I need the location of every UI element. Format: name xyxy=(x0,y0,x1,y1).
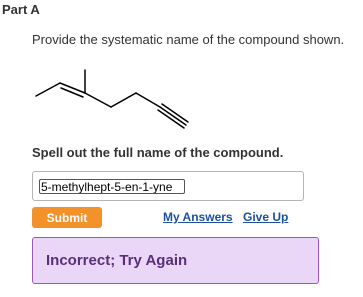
feedback-message: Incorrect; Try Again xyxy=(46,252,188,269)
bond-c7-c6 xyxy=(35,82,61,97)
my-answers-link[interactable]: My Answers xyxy=(163,210,233,224)
bond-triple-c xyxy=(157,109,185,129)
question-panel: Part A Provide the systematic name of th… xyxy=(0,0,363,297)
answer-instruction: Spell out the full name of the compound. xyxy=(32,145,284,160)
answer-input[interactable] xyxy=(39,179,185,194)
give-up-link[interactable]: Give Up xyxy=(243,210,288,224)
answer-box xyxy=(32,171,304,201)
bond-c5-c4 xyxy=(84,92,112,108)
bond-triple-a xyxy=(159,106,187,126)
bond-triple-b xyxy=(161,103,189,123)
bond-c6-c5-double-a xyxy=(59,82,86,94)
submit-button[interactable]: Submit xyxy=(32,207,102,228)
feedback-box: Incorrect; Try Again xyxy=(32,237,319,284)
bond-c4-c3 xyxy=(110,92,137,108)
bond-c3-c2 xyxy=(135,92,161,108)
bond-c6-c5-double-b xyxy=(60,87,84,98)
